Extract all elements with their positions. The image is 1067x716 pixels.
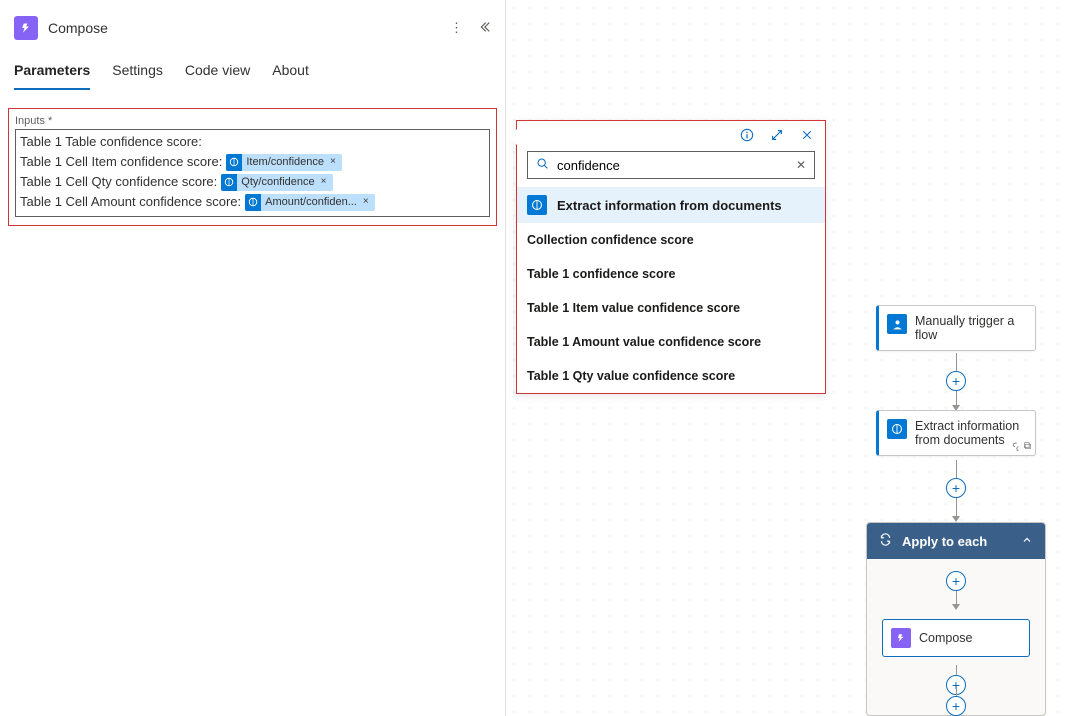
token-label: Qty/confidence <box>241 172 314 192</box>
add-step-button[interactable]: + <box>946 371 966 391</box>
link-icon: ⧉ <box>1012 441 1031 452</box>
result-item[interactable]: Collection confidence score <box>517 223 825 257</box>
popup-section-header[interactable]: Extract information from documents <box>517 187 825 223</box>
arrow-down-icon <box>952 604 960 610</box>
extract-icon <box>887 419 907 439</box>
collapse-icon[interactable] <box>477 20 491 37</box>
add-step-button[interactable]: + <box>946 478 966 498</box>
search-input-wrap: ✕ <box>527 151 815 179</box>
node-compose-inner[interactable]: Compose <box>882 619 1030 657</box>
node-label: Manually trigger a flow <box>915 314 1027 342</box>
dynamic-content-popup: ✕ Extract information from documents Col… <box>516 120 826 394</box>
close-icon[interactable]: × <box>328 152 338 172</box>
tab-parameters[interactable]: Parameters <box>14 52 90 90</box>
input-line-text: Table 1 Table confidence score: <box>20 132 202 152</box>
chevron-up-icon[interactable] <box>1021 534 1033 549</box>
search-icon <box>536 157 549 173</box>
loop-icon <box>879 533 892 549</box>
result-item[interactable]: Table 1 Qty value confidence score <box>517 359 825 393</box>
token-label: Amount/confiden... <box>265 192 357 212</box>
token-amount-confidence[interactable]: Amount/confiden... × <box>245 194 375 211</box>
result-item[interactable]: Table 1 confidence score <box>517 257 825 291</box>
tab-settings[interactable]: Settings <box>112 52 163 90</box>
more-icon[interactable]: ⋮ <box>450 20 463 37</box>
result-item[interactable]: Table 1 Amount value confidence score <box>517 325 825 359</box>
connector-line <box>956 391 957 405</box>
compose-icon <box>14 16 38 40</box>
node-extract[interactable]: Extract information from documents ⧉ <box>876 410 1036 456</box>
connector-line <box>956 591 957 605</box>
inputs-textarea[interactable]: Table 1 Table confidence score: Table 1 … <box>15 129 490 217</box>
add-step-button[interactable]: + <box>946 571 966 591</box>
connector-line <box>956 460 957 478</box>
result-item[interactable]: Table 1 Item value confidence score <box>517 291 825 325</box>
info-icon[interactable] <box>739 127 755 143</box>
close-icon[interactable]: × <box>361 192 371 212</box>
node-label: Extract information from documents <box>915 419 1027 447</box>
node-label: Compose <box>919 631 973 645</box>
close-icon[interactable]: × <box>319 172 329 192</box>
popup-pointer-icon <box>509 129 517 145</box>
input-line-text: Table 1 Cell Amount confidence score: <box>20 192 241 212</box>
input-line-text: Table 1 Cell Qty confidence score: <box>20 172 217 192</box>
search-input[interactable] <box>557 158 788 173</box>
token-icon <box>221 174 237 191</box>
clear-icon[interactable]: ✕ <box>796 158 806 172</box>
token-label: Item/confidence <box>246 152 324 172</box>
connector-line <box>956 498 957 516</box>
add-step-button[interactable]: + <box>946 696 966 716</box>
token-qty-confidence[interactable]: Qty/confidence × <box>221 174 332 191</box>
compose-icon <box>891 628 911 648</box>
person-icon <box>887 314 907 334</box>
panel-title: Compose <box>48 20 440 36</box>
connector-line <box>956 665 957 675</box>
inputs-field-highlight: Inputs * Table 1 Table confidence score:… <box>8 108 497 226</box>
flow-canvas[interactable]: ✕ Extract information from documents Col… <box>505 0 1067 716</box>
apply-label: Apply to each <box>902 534 987 549</box>
token-icon <box>226 154 242 171</box>
token-item-confidence[interactable]: Item/confidence × <box>226 154 342 171</box>
section-title: Extract information from documents <box>557 198 782 213</box>
tabs: Parameters Settings Code view About <box>0 52 505 90</box>
inputs-label: Inputs * <box>15 115 490 127</box>
connector-line <box>956 353 957 371</box>
compose-panel: Compose ⋮ Parameters Settings Code view … <box>0 0 505 716</box>
token-icon <box>245 194 261 211</box>
expand-icon[interactable] <box>769 127 785 143</box>
close-icon[interactable] <box>799 127 815 143</box>
node-trigger[interactable]: Manually trigger a flow <box>876 305 1036 351</box>
tab-about[interactable]: About <box>272 52 309 90</box>
apply-to-each-header[interactable]: Apply to each <box>867 523 1045 559</box>
input-line-text: Table 1 Cell Item confidence score: <box>20 152 222 172</box>
panel-header: Compose ⋮ <box>0 0 505 52</box>
section-icon <box>527 195 547 215</box>
tab-codeview[interactable]: Code view <box>185 52 250 90</box>
